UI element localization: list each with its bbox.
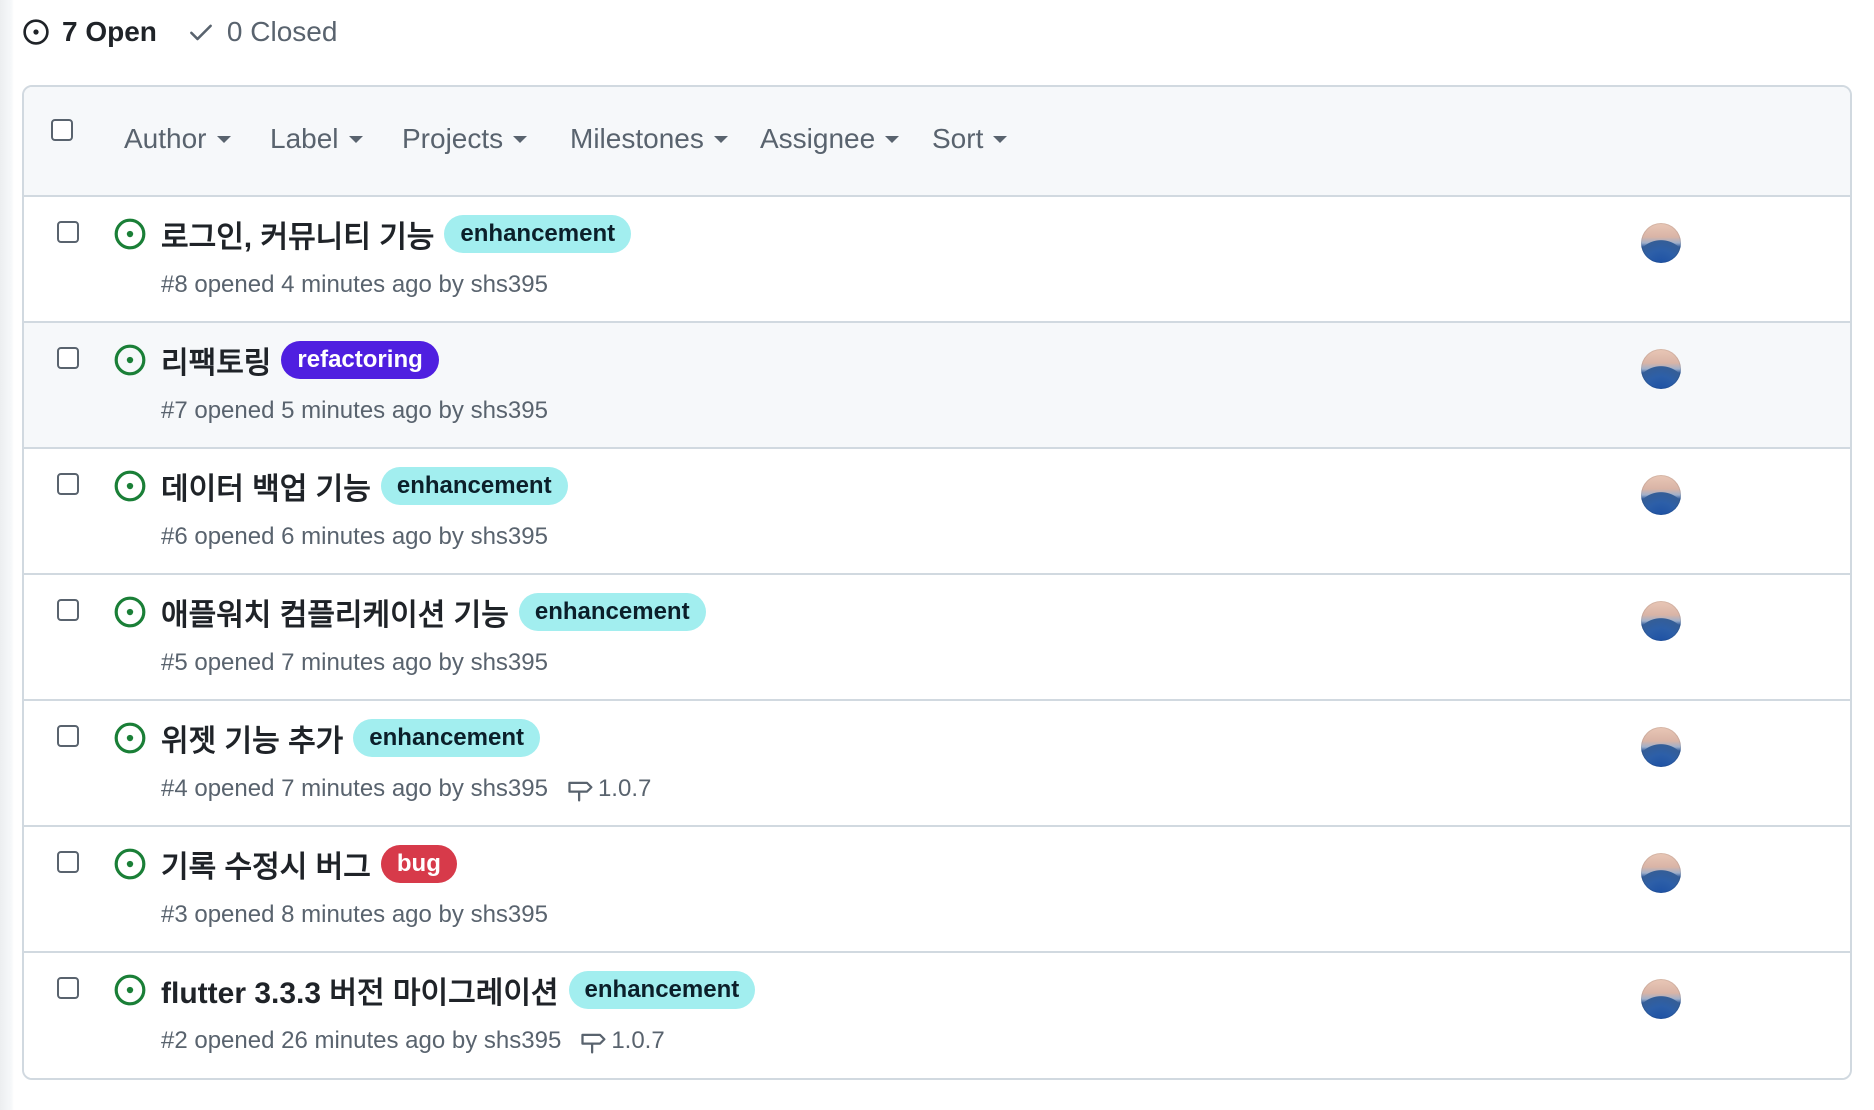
label-bug[interactable]: bug — [380, 845, 457, 883]
issue-checkbox[interactable] — [57, 599, 79, 621]
caret-down-icon — [348, 135, 363, 143]
caret-down-icon — [993, 135, 1008, 143]
label-filter-label: Label — [270, 123, 339, 154]
label-enhancement[interactable]: enhancement — [444, 215, 632, 253]
sort-filter[interactable]: Sort — [932, 123, 1008, 155]
assignee-avatar[interactable] — [1641, 223, 1681, 263]
label-enhancement[interactable]: enhancement — [353, 719, 540, 757]
milestone-icon — [568, 781, 593, 802]
open-count-label: 7 Open — [62, 16, 157, 47]
issue-row[interactable]: 기록 수정시 버그 bug #3 opened 8 minutes ago by… — [24, 827, 1850, 953]
issue-meta-text: #5 opened 7 minutes ago by shs395 — [161, 649, 548, 676]
assignee-filter-label: Assignee — [760, 123, 876, 154]
issue-open-icon — [114, 722, 146, 754]
caret-down-icon — [885, 135, 900, 143]
issue-row[interactable]: 리팩토링 refactoring #7 opened 5 minutes ago… — [24, 323, 1850, 449]
milestone-icon — [581, 1033, 606, 1054]
milestone-label: 1.0.7 — [611, 1027, 665, 1054]
issue-open-icon — [114, 470, 146, 502]
issue-checkbox[interactable] — [57, 851, 79, 873]
check-icon — [189, 24, 212, 41]
issue-checkbox[interactable] — [57, 977, 79, 999]
milestone-link[interactable]: 1.0.7 — [579, 1027, 665, 1055]
issue-row[interactable]: 위젯 기능 추가 enhancement #4 opened 7 minutes… — [24, 701, 1850, 827]
projects-filter-label: Projects — [402, 123, 504, 154]
issue-open-icon — [23, 19, 49, 45]
issue-meta-text: #8 opened 4 minutes ago by shs395 — [161, 271, 548, 298]
assignee-avatar[interactable] — [1641, 349, 1681, 389]
issue-open-icon — [114, 974, 146, 1006]
issues-list-box: Author Label Projects Milestones Assigne… — [22, 85, 1852, 1080]
issue-title-link[interactable]: 기록 수정시 버그 — [161, 842, 371, 886]
issue-title-link[interactable]: 애플워치 컴플리케이션 기능 — [161, 590, 509, 634]
issue-open-icon — [114, 848, 146, 880]
milestone-link[interactable]: 1.0.7 — [566, 775, 651, 803]
author-filter[interactable]: Author — [124, 123, 231, 155]
assignee-avatar[interactable] — [1641, 727, 1681, 767]
issue-row[interactable]: 로그인, 커뮤니티 기능 enhancement #8 opened 4 min… — [24, 197, 1850, 323]
assignee-avatar[interactable] — [1641, 601, 1681, 641]
closed-issues-tab[interactable]: 0 Closed — [187, 16, 338, 48]
select-all-checkbox[interactable] — [51, 119, 73, 141]
closed-count-label: 0 Closed — [226, 16, 338, 47]
issue-row[interactable]: 데이터 백업 기능 enhancement #6 opened 6 minute… — [24, 449, 1850, 575]
author-filter-label: Author — [124, 123, 207, 154]
label-filter[interactable]: Label — [270, 123, 363, 155]
assignee-filter[interactable]: Assignee — [760, 123, 900, 155]
caret-down-icon — [513, 135, 528, 143]
issue-checkbox[interactable] — [57, 725, 79, 747]
left-edge-shade — [0, 0, 14, 1110]
caret-down-icon — [216, 135, 231, 143]
issue-checkbox[interactable] — [57, 347, 79, 369]
issue-checkbox[interactable] — [57, 221, 79, 243]
issue-title-link[interactable]: 데이터 백업 기능 — [161, 464, 371, 508]
issue-row[interactable]: 애플워치 컴플리케이션 기능 enhancement #5 opened 7 m… — [24, 575, 1850, 701]
projects-filter[interactable]: Projects — [402, 123, 528, 155]
issue-meta-text: #3 opened 8 minutes ago by shs395 — [161, 901, 548, 928]
assignee-avatar[interactable] — [1641, 475, 1681, 515]
issue-title-link[interactable]: 위젯 기능 추가 — [161, 716, 343, 760]
milestone-label: 1.0.7 — [597, 775, 652, 802]
issue-state-toggle: 7 Open 0 Closed — [22, 12, 337, 52]
assignee-avatar[interactable] — [1641, 853, 1681, 893]
milestones-filter[interactable]: Milestones — [570, 123, 728, 155]
issue-open-icon — [114, 596, 146, 628]
issue-meta-text: #6 opened 6 minutes ago by shs395 — [161, 523, 548, 550]
issue-meta-text: #7 opened 5 minutes ago by shs395 — [161, 397, 548, 424]
assignee-avatar[interactable] — [1641, 979, 1681, 1019]
issues-list-header: Author Label Projects Milestones Assigne… — [24, 87, 1850, 197]
milestones-filter-label: Milestones — [570, 123, 704, 154]
caret-down-icon — [713, 135, 728, 143]
issue-open-icon — [114, 218, 146, 250]
label-enhancement[interactable]: enhancement — [568, 971, 756, 1009]
label-refactoring[interactable]: refactoring — [281, 341, 439, 379]
open-issues-tab[interactable]: 7 Open — [22, 16, 157, 48]
issue-title-link[interactable]: 리팩토링 — [161, 338, 271, 382]
issue-checkbox[interactable] — [57, 473, 79, 495]
issue-meta-text: #2 opened 26 minutes ago by shs395 — [161, 1027, 562, 1054]
issue-title-link[interactable]: 로그인, 커뮤니티 기능 — [161, 212, 434, 256]
label-enhancement[interactable]: enhancement — [380, 467, 568, 505]
issue-row[interactable]: flutter 3.3.3 버전 마이그레이션 enhancement #2 o… — [24, 953, 1850, 1078]
issue-meta-text: #4 opened 7 minutes ago by shs395 — [161, 775, 548, 802]
label-enhancement[interactable]: enhancement — [518, 593, 706, 631]
issue-open-icon — [114, 344, 146, 376]
issue-title-link[interactable]: flutter 3.3.3 버전 마이그레이션 — [161, 968, 559, 1012]
sort-filter-label: Sort — [932, 123, 984, 154]
